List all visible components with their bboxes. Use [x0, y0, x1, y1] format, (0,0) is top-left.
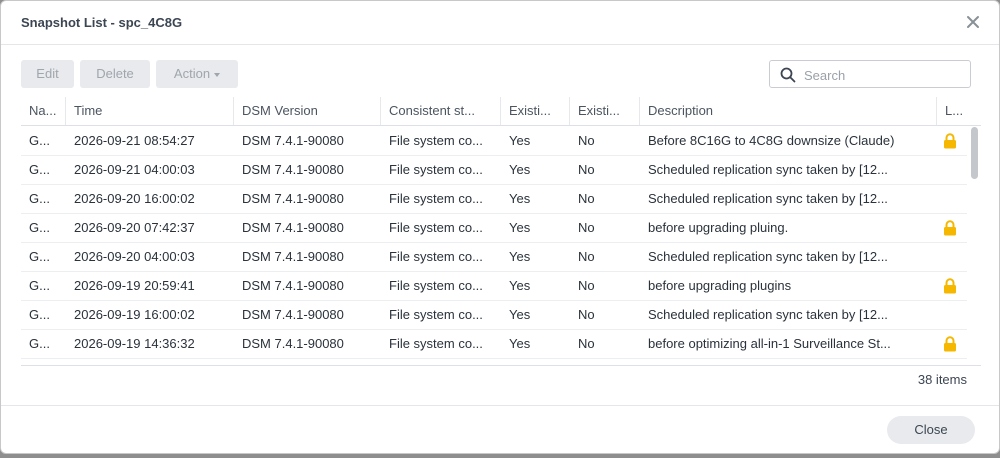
- table-row[interactable]: G... 2026-09-21 04:00:03 DSM 7.4.1-90080 Fi…: [21, 155, 967, 185]
- snapshot-list-dialog: Snapshot List - spc_4C8G Edit Delete Act…: [0, 0, 1000, 454]
- action-button[interactable]: Action: [156, 60, 238, 88]
- cell-dsm-version: DSM 7.4.1-90080: [242, 249, 344, 264]
- cell-existing-2: No: [578, 133, 595, 148]
- items-count: 38 items: [917, 372, 967, 387]
- close-button[interactable]: Close: [887, 416, 975, 444]
- cell-existing-2: No: [578, 220, 595, 235]
- cell-time: 2026-09-20 04:00:03: [74, 249, 195, 264]
- cell-existing-2: No: [578, 278, 595, 293]
- edit-button[interactable]: Edit: [21, 60, 74, 88]
- snapshot-table: Na... Time DSM Version Consistent st... …: [21, 97, 981, 365]
- cell-dsm-version: DSM 7.4.1-90080: [242, 220, 344, 235]
- cell-name: G...: [29, 220, 50, 235]
- cell-description: Scheduled replication sync taken by [12.…: [648, 191, 888, 206]
- cell-existing-1: Yes: [509, 191, 531, 206]
- column-header-description[interactable]: Description: [640, 97, 937, 125]
- toolbar: Edit Delete Action: [21, 60, 971, 88]
- cell-time: 2026-09-21 08:54:27: [74, 133, 195, 148]
- delete-button[interactable]: Delete: [80, 60, 150, 88]
- lock-icon: [944, 278, 956, 294]
- cell-name: G...: [29, 249, 50, 264]
- cell-description: Scheduled replication sync taken by [12.…: [648, 162, 888, 177]
- cell-description: Before 8C16G to 4C8G downsize (Claude): [648, 133, 895, 148]
- cell-existing-1: Yes: [509, 249, 531, 264]
- cell-description: Scheduled replication sync taken by [12.…: [648, 249, 888, 264]
- cell-description: before upgrading plugins: [648, 278, 792, 293]
- table-row[interactable]: G... 2026-09-20 07:42:37 DSM 7.4.1-90080 Fi…: [21, 213, 967, 243]
- cell-name: G...: [29, 133, 50, 148]
- cell-name: G...: [29, 307, 50, 322]
- cell-dsm-version: DSM 7.4.1-90080: [242, 133, 344, 148]
- close-icon[interactable]: [964, 13, 982, 31]
- cell-existing-2: No: [578, 336, 595, 351]
- cell-dsm-version: DSM 7.4.1-90080: [242, 278, 344, 293]
- cell-description: before upgrading pluing.: [648, 220, 789, 235]
- column-header-existing-2[interactable]: Existi...: [570, 97, 640, 125]
- lock-icon: [944, 133, 956, 149]
- column-header-dsm-version[interactable]: DSM Version: [234, 97, 381, 125]
- action-button-label: Action: [173, 66, 211, 81]
- cell-description: before optimizing all-in-1 Surveillance …: [648, 336, 891, 351]
- column-header-lock[interactable]: L...: [937, 97, 981, 125]
- cell-time: 2026-09-19 14:36:32: [74, 336, 195, 351]
- search-input[interactable]: [802, 64, 966, 86]
- cell-name: G...: [29, 278, 50, 293]
- cell-time: 2026-09-19 20:59:41: [74, 278, 195, 293]
- table-row[interactable]: G... 2026-09-19 14:36:32 DSM 7.4.1-90080 Fi…: [21, 329, 967, 359]
- cell-consistent-state: File system co...: [389, 336, 483, 351]
- cell-name: G...: [29, 336, 50, 351]
- cell-consistent-state: File system co...: [389, 191, 483, 206]
- cell-time: 2026-09-20 07:42:37: [74, 220, 195, 235]
- cell-dsm-version: DSM 7.4.1-90080: [242, 307, 344, 322]
- search-icon: [780, 67, 796, 83]
- cell-consistent-state: File system co...: [389, 220, 483, 235]
- column-header-consistent-state[interactable]: Consistent st...: [381, 97, 501, 125]
- table-row[interactable]: G... 2026-09-19 20:59:41 DSM 7.4.1-90080 Fi…: [21, 271, 967, 301]
- cell-existing-1: Yes: [509, 133, 531, 148]
- cell-existing-1: Yes: [509, 278, 531, 293]
- dialog-title: Snapshot List - spc_4C8G: [21, 15, 183, 30]
- cell-consistent-state: File system co...: [389, 133, 483, 148]
- cell-consistent-state: File system co...: [389, 249, 483, 264]
- cell-existing-1: Yes: [509, 307, 531, 322]
- cell-existing-1: Yes: [509, 220, 531, 235]
- divider: [21, 365, 981, 366]
- cell-time: 2026-09-21 04:00:03: [74, 162, 195, 177]
- cell-existing-2: No: [578, 249, 595, 264]
- lock-icon: [944, 336, 956, 352]
- cell-description: Scheduled replication sync taken by [12.…: [648, 307, 888, 322]
- lock-icon: [944, 220, 956, 236]
- cell-consistent-state: File system co...: [389, 307, 483, 322]
- cell-dsm-version: DSM 7.4.1-90080: [242, 336, 344, 351]
- caret-down-icon: [214, 72, 221, 77]
- column-header-time[interactable]: Time: [66, 97, 234, 125]
- table-row[interactable]: G... 2026-09-20 16:00:02 DSM 7.4.1-90080 Fi…: [21, 184, 967, 214]
- table-header: Na... Time DSM Version Consistent st... …: [21, 97, 981, 126]
- cell-existing-2: No: [578, 307, 595, 322]
- cell-time: 2026-09-20 16:00:02: [74, 191, 195, 206]
- cell-consistent-state: File system co...: [389, 162, 483, 177]
- column-header-name[interactable]: Na...: [21, 97, 66, 125]
- cell-existing-2: No: [578, 191, 595, 206]
- cell-dsm-version: DSM 7.4.1-90080: [242, 162, 344, 177]
- cell-dsm-version: DSM 7.4.1-90080: [242, 191, 344, 206]
- cell-name: G...: [29, 191, 50, 206]
- cell-name: G...: [29, 162, 50, 177]
- cell-time: 2026-09-19 16:00:02: [74, 307, 195, 322]
- search-box[interactable]: [769, 60, 971, 88]
- cell-consistent-state: File system co...: [389, 278, 483, 293]
- scrollbar-thumb[interactable]: [971, 127, 978, 179]
- vertical-scrollbar[interactable]: [967, 125, 981, 365]
- table-row[interactable]: G... 2026-09-21 08:54:27 DSM 7.4.1-90080 Fi…: [21, 126, 967, 156]
- title-bar: Snapshot List - spc_4C8G: [1, 1, 999, 45]
- table-row[interactable]: G... 2026-09-20 04:00:03 DSM 7.4.1-90080 Fi…: [21, 242, 967, 272]
- cell-existing-1: Yes: [509, 336, 531, 351]
- column-header-existing-1[interactable]: Existi...: [501, 97, 570, 125]
- cell-existing-1: Yes: [509, 162, 531, 177]
- cell-existing-2: No: [578, 162, 595, 177]
- dialog-footer: Close: [1, 405, 999, 453]
- table-row[interactable]: G... 2026-09-19 16:00:02 DSM 7.4.1-90080 Fi…: [21, 300, 967, 330]
